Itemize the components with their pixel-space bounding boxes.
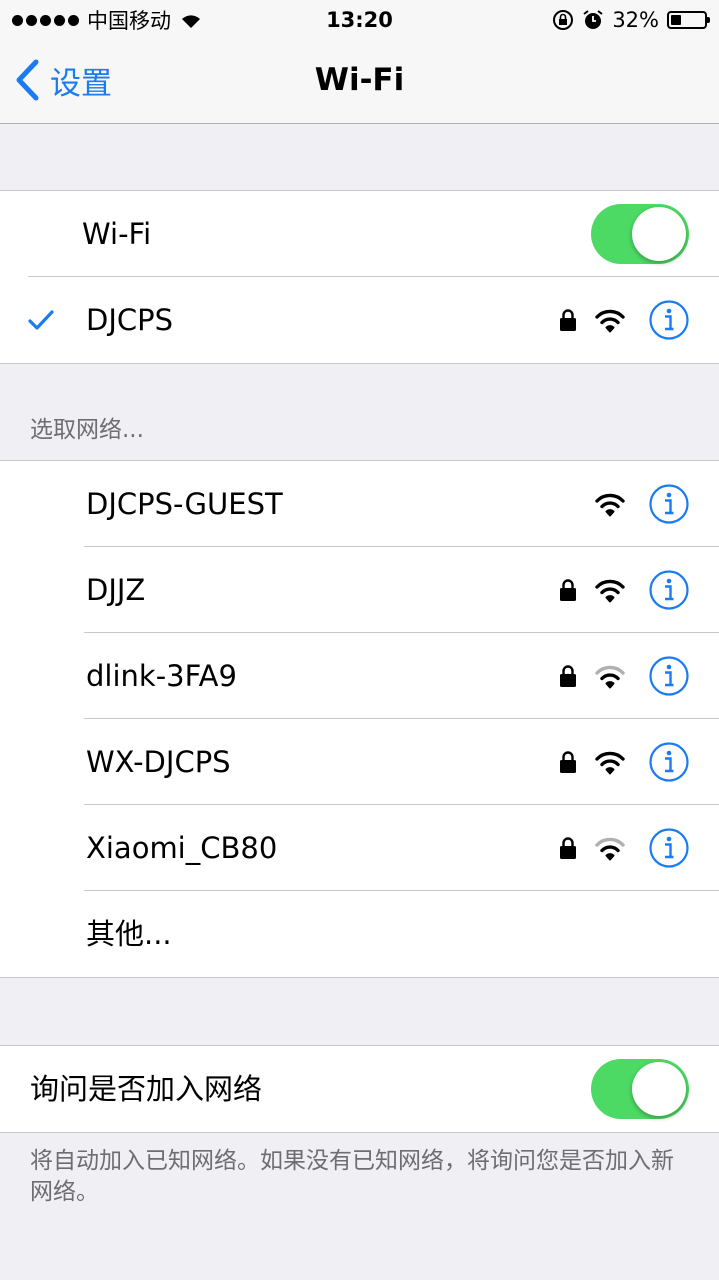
lock-icon <box>559 665 577 688</box>
info-button[interactable] <box>649 300 689 340</box>
ask-join-toggle[interactable] <box>591 1059 689 1119</box>
page-title: Wi-Fi <box>314 62 405 98</box>
wifi-signal-weak-icon <box>595 837 625 861</box>
wifi-group: Wi-Fi DJCPS <box>0 190 719 364</box>
status-bar: 中国移动 13:20 32% <box>0 0 719 40</box>
network-name: Xiaomi_CB80 <box>86 831 278 865</box>
ask-join-group: 询问是否加入网络 <box>0 1045 719 1133</box>
connected-network-name: DJCPS <box>86 303 174 337</box>
toggle-knob <box>632 207 686 261</box>
info-button[interactable] <box>649 570 689 610</box>
wifi-signal-icon <box>595 579 625 603</box>
networks-section-header: 选取网络... <box>30 417 144 443</box>
info-button[interactable] <box>649 828 689 868</box>
battery-fill <box>671 15 682 25</box>
toggle-knob <box>632 1062 686 1116</box>
battery-icon <box>667 11 710 29</box>
network-row[interactable]: DJCPS-GUEST <box>0 461 719 547</box>
wifi-toggle-row: Wi-Fi <box>0 191 719 277</box>
wifi-signal-icon <box>595 493 625 517</box>
other-network-row[interactable]: 其他... <box>0 891 719 977</box>
other-network-label: 其他... <box>86 917 172 951</box>
alarm-icon <box>583 10 603 29</box>
battery-percent: 32% <box>612 8 659 32</box>
connected-network-row[interactable]: DJCPS <box>0 277 719 363</box>
network-name: dlink-3FA9 <box>86 659 237 693</box>
network-row[interactable]: dlink-3FA9 <box>0 633 719 719</box>
networks-group: DJCPS-GUEST DJJZ dlink-3FA9 WX-DJCPS Xia… <box>0 460 719 978</box>
navigation-bar: 设置 Wi-Fi <box>0 40 719 124</box>
network-name: WX-DJCPS <box>86 745 231 779</box>
wifi-signal-icon <box>595 751 625 775</box>
lock-icon <box>559 309 577 332</box>
checkmark-icon <box>28 310 54 330</box>
info-button[interactable] <box>649 742 689 782</box>
wifi-signal-icon <box>595 309 625 333</box>
ask-join-row: 询问是否加入网络 <box>0 1046 719 1132</box>
network-row[interactable]: WX-DJCPS <box>0 719 719 805</box>
status-right: 32% <box>552 6 710 34</box>
ask-join-footer-note: 将自动加入已知网络。如果没有已知网络，将询问您是否加入新网络。 <box>30 1148 674 1205</box>
wifi-toggle[interactable] <box>591 204 689 264</box>
wifi-signal-weak-icon <box>595 665 625 689</box>
lock-icon <box>559 751 577 774</box>
network-row[interactable]: DJJZ <box>0 547 719 633</box>
network-name: DJJZ <box>86 573 146 607</box>
orientation-lock-icon <box>553 10 574 30</box>
lock-icon <box>559 837 577 860</box>
network-name: DJCPS-GUEST <box>86 487 283 521</box>
network-row[interactable]: Xiaomi_CB80 <box>0 805 719 891</box>
info-button[interactable] <box>649 656 689 696</box>
wifi-toggle-label: Wi-Fi <box>82 217 152 251</box>
info-button[interactable] <box>649 484 689 524</box>
lock-icon <box>559 579 577 602</box>
ask-join-label: 询问是否加入网络 <box>30 1072 263 1106</box>
